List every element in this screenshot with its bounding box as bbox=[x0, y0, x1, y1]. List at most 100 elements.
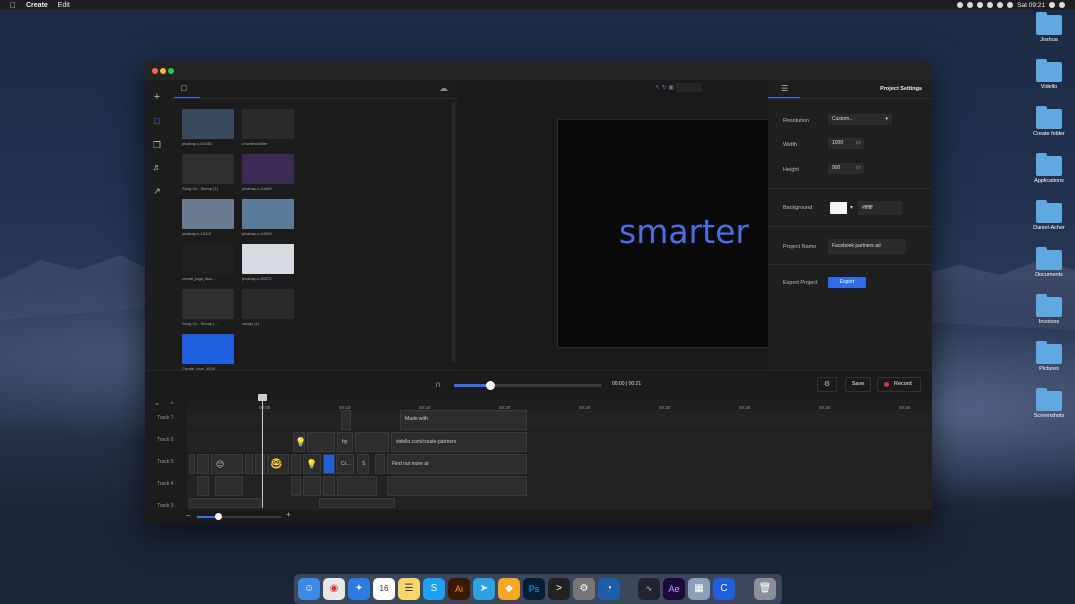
minimize-button[interactable] bbox=[160, 68, 166, 74]
media-scrollbar[interactable] bbox=[452, 102, 455, 362]
sketch-icon[interactable]: ◆ bbox=[498, 578, 520, 600]
folder-icon[interactable]: □ bbox=[152, 116, 162, 126]
media-thumbnail[interactable]: Song 24 - Stomp (... bbox=[182, 289, 234, 331]
layers-icon[interactable]: ❐ bbox=[152, 140, 162, 150]
playback-knob[interactable] bbox=[485, 381, 495, 390]
apple-icon[interactable]:  bbox=[10, 1, 16, 10]
expand-icon[interactable]: ⌃ bbox=[169, 401, 175, 409]
finder-icon[interactable]: ☺ bbox=[298, 578, 320, 600]
desktop-folder[interactable]: Vidello bbox=[1025, 59, 1073, 90]
timeline-clip[interactable] bbox=[215, 476, 243, 496]
timeline-clip-logo[interactable] bbox=[323, 454, 335, 474]
create-app-icon[interactable]: C bbox=[713, 578, 735, 600]
status-icon[interactable] bbox=[977, 2, 984, 8]
swatch-chevron-icon[interactable]: ▾ bbox=[850, 204, 853, 211]
media-thumbnail[interactable]: c:\ohtes\chiller bbox=[242, 109, 294, 151]
media-thumbnail[interactable]: pixabay-v-54155 bbox=[182, 109, 234, 151]
zoom-select[interactable] bbox=[675, 83, 702, 92]
export-icon[interactable]: ↗ bbox=[152, 186, 162, 196]
menu-list-icon[interactable] bbox=[1059, 2, 1065, 8]
playback-slider[interactable] bbox=[454, 381, 602, 390]
timeline-clip[interactable]: 💡 bbox=[293, 432, 305, 452]
playhead-handle[interactable] bbox=[258, 394, 267, 401]
timeline-clip[interactable] bbox=[197, 454, 209, 474]
timeline-clip[interactable]: 🤓 bbox=[267, 454, 289, 474]
desktop-folder[interactable]: Daniel-Acher bbox=[1025, 200, 1073, 231]
chrome-icon[interactable]: ◉ bbox=[323, 578, 345, 600]
timeline-clip[interactable]: vidello.com/create-partners bbox=[391, 432, 527, 452]
crop-tool-icon[interactable]: ▣ bbox=[668, 85, 674, 91]
timeline-audio-clip[interactable] bbox=[319, 498, 395, 508]
zoom-out-icon[interactable]: − bbox=[186, 511, 191, 520]
timeline-clip[interactable] bbox=[323, 476, 335, 496]
zoom-button[interactable] bbox=[168, 68, 174, 74]
add-icon[interactable]: + bbox=[152, 92, 162, 103]
media-thumbnail[interactable]: pixabay-v-20072 bbox=[242, 244, 294, 286]
timeline-clip[interactable] bbox=[245, 454, 253, 474]
desktop-folder[interactable]: Applications bbox=[1025, 153, 1073, 184]
folder-tab-icon[interactable]: □ bbox=[181, 83, 186, 93]
cursor-tool-icon[interactable]: ↖ bbox=[655, 85, 660, 91]
media-thumbnail[interactable]: pixabay-v-13112 bbox=[182, 199, 234, 241]
status-icon[interactable] bbox=[957, 2, 964, 8]
edge-icon[interactable]: ◔ bbox=[598, 578, 620, 600]
audio-icon[interactable]: ♬ bbox=[152, 162, 162, 172]
timeline-clip[interactable] bbox=[303, 476, 321, 496]
status-icon[interactable] bbox=[967, 2, 974, 8]
settings-sliders-icon[interactable]: ☰ bbox=[781, 84, 788, 93]
cloud-upload-icon[interactable]: ☁ bbox=[439, 83, 448, 94]
close-button[interactable] bbox=[152, 68, 158, 74]
desktop-folder[interactable]: Invoices bbox=[1025, 294, 1073, 325]
desktop-folder[interactable]: Pictures bbox=[1025, 341, 1073, 372]
timeline-clip[interactable] bbox=[355, 432, 389, 452]
timeline-clip[interactable] bbox=[375, 454, 385, 474]
after-effects-icon[interactable]: Ae bbox=[663, 578, 685, 600]
timeline-clip[interactable]: by bbox=[337, 432, 353, 452]
timeline-clip[interactable]: 💡 bbox=[303, 454, 321, 474]
terminal-icon[interactable]: > bbox=[548, 578, 570, 600]
timeline-clip[interactable] bbox=[387, 476, 527, 496]
resolution-select[interactable]: Custom.. ▾ bbox=[828, 114, 892, 125]
magnet-icon[interactable]: ∩ bbox=[435, 379, 441, 389]
menu-clock[interactable]: Sat 09:21 bbox=[1017, 2, 1045, 9]
settings-gear-button[interactable]: ⚙ bbox=[817, 377, 837, 392]
record-button[interactable]: Record bbox=[877, 377, 921, 392]
timeline-clip[interactable] bbox=[291, 476, 301, 496]
trash-icon[interactable]: 🗑 bbox=[754, 578, 776, 600]
timeline-audio-clip[interactable] bbox=[189, 498, 261, 508]
system-prefs-icon[interactable]: ⚙ bbox=[573, 578, 595, 600]
zoom-in-icon[interactable]: + bbox=[286, 510, 291, 519]
skype-icon[interactable]: S bbox=[423, 578, 445, 600]
zoom-knob[interactable] bbox=[215, 513, 222, 520]
playhead[interactable] bbox=[262, 394, 263, 508]
media-thumbnail[interactable]: cough (1) bbox=[242, 289, 294, 331]
menu-app[interactable]: Create bbox=[26, 2, 48, 9]
timeline-clip[interactable]: 😐 bbox=[211, 454, 243, 474]
media-thumbnail[interactable]: pixabay-v-14205 bbox=[242, 199, 294, 241]
desktop-folder[interactable]: Create folder bbox=[1025, 106, 1073, 137]
notes-icon[interactable]: ☰ bbox=[398, 578, 420, 600]
wifi-icon[interactable] bbox=[997, 2, 1004, 8]
timeline-clip[interactable] bbox=[255, 454, 265, 474]
illustrator-icon[interactable]: Ai bbox=[448, 578, 470, 600]
rotate-tool-icon[interactable]: ↻ bbox=[662, 85, 667, 91]
telegram-icon[interactable]: ➤ bbox=[473, 578, 495, 600]
battery-icon[interactable] bbox=[1007, 2, 1014, 8]
desktop-folder[interactable]: Documents bbox=[1025, 247, 1073, 278]
dropbox-icon[interactable] bbox=[987, 2, 994, 8]
activity-monitor-icon[interactable]: ∿ bbox=[638, 578, 660, 600]
save-button[interactable]: Save bbox=[845, 377, 871, 392]
media-thumbnail[interactable]: create_logo_blac... bbox=[182, 244, 234, 286]
timeline-clip[interactable]: Cr... bbox=[336, 454, 354, 474]
menu-edit[interactable]: Edit bbox=[58, 2, 70, 9]
desktop-folder[interactable]: Joshua bbox=[1025, 12, 1073, 43]
photoshop-icon[interactable]: Ps bbox=[523, 578, 545, 600]
timeline-clip[interactable] bbox=[341, 410, 351, 430]
export-button[interactable]: Export bbox=[828, 277, 866, 288]
collapse-icon[interactable]: ⌄ bbox=[154, 399, 160, 407]
zoom-slider[interactable] bbox=[197, 513, 281, 520]
search-icon[interactable] bbox=[1049, 2, 1055, 8]
timeline-clip[interactable] bbox=[197, 476, 209, 496]
safari-icon[interactable]: ✦ bbox=[348, 578, 370, 600]
timeline-clip[interactable]: Find out more at bbox=[387, 454, 527, 474]
